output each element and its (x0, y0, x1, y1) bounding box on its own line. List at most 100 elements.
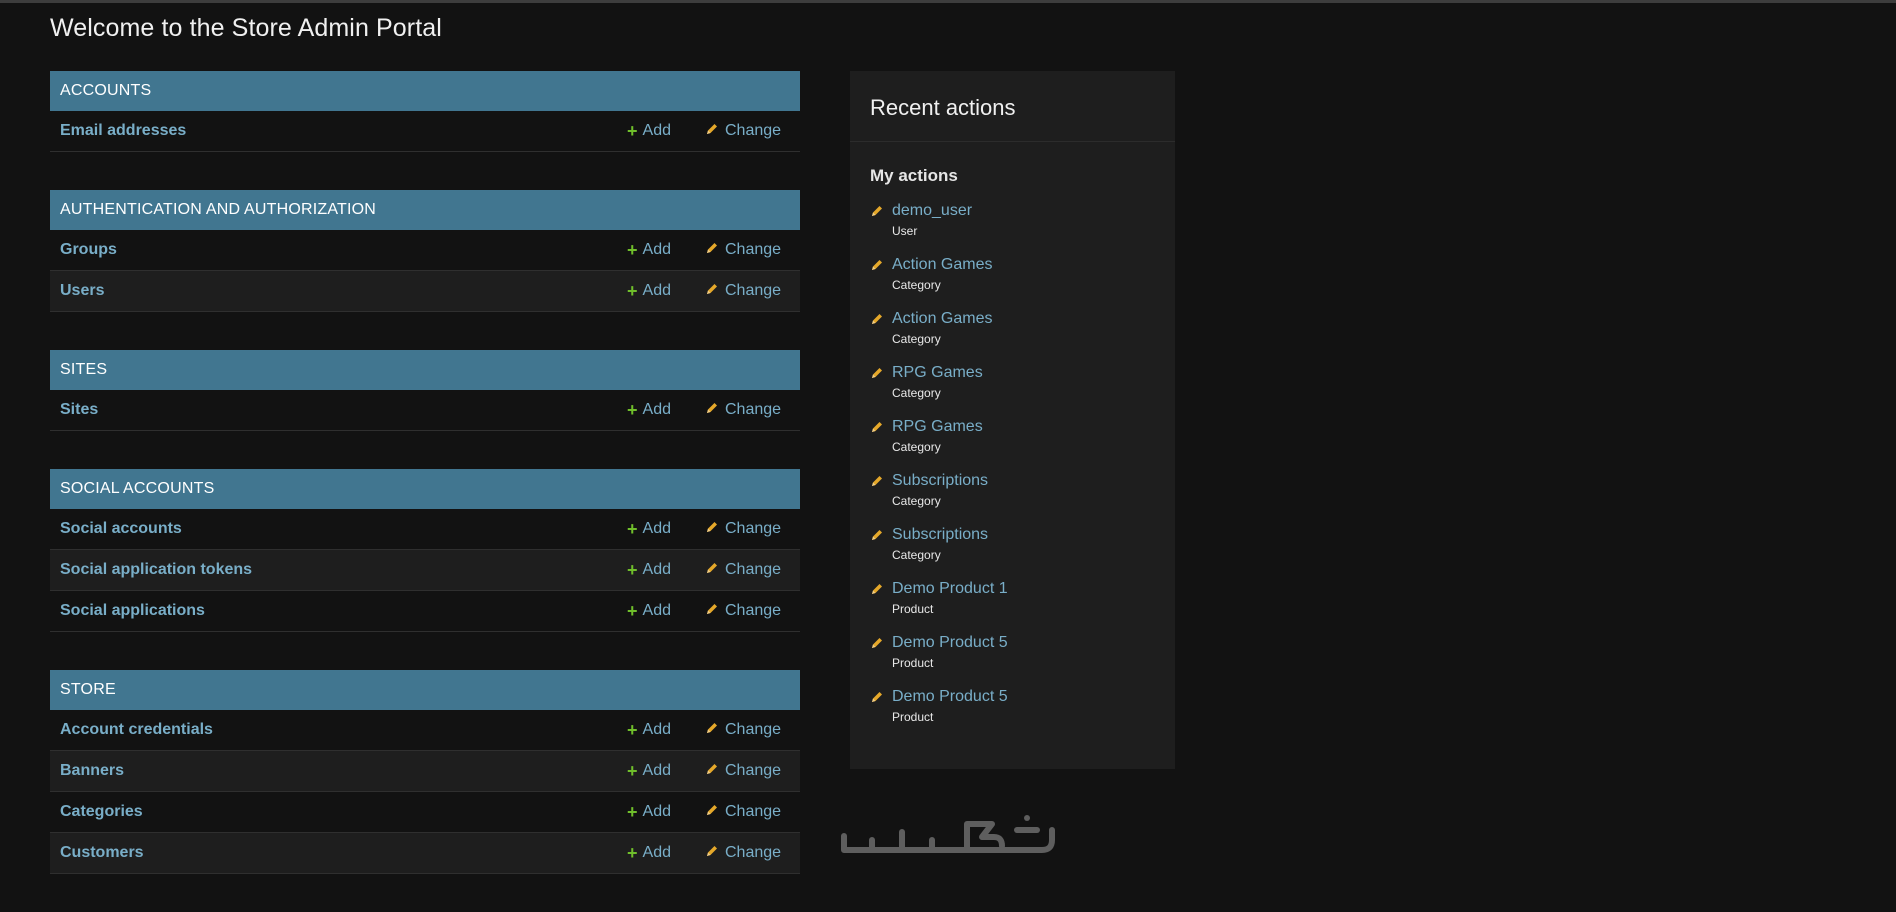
module-header[interactable]: SITES (50, 350, 800, 390)
recent-action-type: Category (892, 278, 941, 292)
module-header[interactable]: AUTHENTICATION AND AUTHORIZATION (50, 190, 800, 230)
add-link[interactable]: + Add (627, 509, 671, 549)
pencil-icon (707, 805, 717, 815)
plus-icon: + (627, 560, 638, 580)
pencil-icon (707, 764, 717, 774)
add-link[interactable]: + Add (627, 390, 671, 430)
change-link[interactable]: Change (705, 550, 781, 590)
add-label: Add (642, 241, 671, 258)
model-link[interactable]: Social application tokens (60, 550, 252, 590)
pencil-icon (707, 846, 717, 856)
change-link[interactable]: Change (705, 751, 781, 791)
recent-action-link[interactable]: Subscriptions (892, 524, 1175, 544)
recent-action-item: RPG Games Category (870, 416, 1175, 470)
pencil-icon (707, 284, 717, 294)
change-link[interactable]: Change (705, 509, 781, 549)
model-row: Groups + Add Change (50, 230, 800, 271)
add-link[interactable]: + Add (627, 591, 671, 631)
change-link[interactable]: Change (705, 833, 781, 873)
recent-action-link[interactable]: RPG Games (892, 416, 1175, 436)
pencil-icon (707, 604, 717, 614)
pencil-icon (707, 243, 717, 253)
model-link[interactable]: Sites (60, 390, 98, 430)
add-link[interactable]: + Add (627, 751, 671, 791)
module-header[interactable]: SOCIAL ACCOUNTS (50, 469, 800, 509)
recent-actions-list: demo_user User Action Games Category Action … (850, 200, 1175, 740)
add-link[interactable]: + Add (627, 792, 671, 832)
model-row: Banners + Add Change (50, 751, 800, 792)
recent-action-type: Category (892, 548, 941, 562)
change-link[interactable]: Change (705, 792, 781, 832)
recent-action-type: Product (892, 710, 934, 724)
change-link[interactable]: Change (705, 390, 781, 430)
add-label: Add (642, 561, 671, 578)
model-link[interactable]: Categories (60, 792, 143, 832)
add-label: Add (642, 602, 671, 619)
model-link[interactable]: Users (60, 271, 104, 311)
plus-icon: + (627, 519, 638, 539)
model-row: Social accounts + Add Change (50, 509, 800, 550)
module-sites: SITES Sites + Add Change (50, 350, 800, 431)
recent-action-link[interactable]: Action Games (892, 308, 1175, 328)
recent-action-item: Demo Product 1 Product (870, 578, 1175, 632)
add-link[interactable]: + Add (627, 550, 671, 590)
add-link[interactable]: + Add (627, 833, 671, 873)
model-link[interactable]: Email addresses (60, 111, 186, 151)
module-social-accounts: SOCIAL ACCOUNTS Social accounts + Add Change… (50, 469, 800, 632)
model-row: Account credentials + Add Change (50, 710, 800, 751)
plus-icon: + (627, 281, 638, 301)
change-link[interactable]: Change (705, 230, 781, 270)
add-link[interactable]: + Add (627, 111, 671, 151)
pencil-icon (872, 530, 882, 540)
recent-action-item: Subscriptions Category (870, 470, 1175, 524)
recent-action-type: Category (892, 332, 941, 346)
change-link[interactable]: Change (705, 710, 781, 750)
change-label: Change (725, 762, 782, 779)
recent-action-link[interactable]: Demo Product 5 (892, 632, 1175, 652)
recent-action-item: RPG Games Category (870, 362, 1175, 416)
plus-icon: + (627, 601, 638, 621)
add-link[interactable]: + Add (627, 230, 671, 270)
recent-action-link[interactable]: Subscriptions (892, 470, 1175, 490)
pencil-icon (872, 260, 882, 270)
recent-actions-panel: Recent actions My actions demo_user User A… (850, 71, 1175, 769)
recent-action-link[interactable]: RPG Games (892, 362, 1175, 382)
recent-action-item: demo_user User (870, 200, 1175, 254)
pencil-icon (707, 563, 717, 573)
model-link[interactable]: Social applications (60, 591, 205, 631)
change-link[interactable]: Change (705, 111, 781, 151)
add-link[interactable]: + Add (627, 271, 671, 311)
recent-actions-title: Recent actions (850, 71, 1175, 142)
recent-action-link[interactable]: Action Games (892, 254, 1175, 274)
add-label: Add (642, 762, 671, 779)
add-label: Add (642, 401, 671, 418)
module-header[interactable]: ACCOUNTS (50, 71, 800, 111)
recent-action-type: Product (892, 656, 934, 670)
change-label: Change (725, 520, 782, 537)
model-link[interactable]: Customers (60, 833, 144, 873)
recent-action-link[interactable]: demo_user (892, 200, 1175, 220)
recent-action-item: Subscriptions Category (870, 524, 1175, 578)
add-link[interactable]: + Add (627, 710, 671, 750)
change-label: Change (725, 602, 782, 619)
add-label: Add (642, 282, 671, 299)
model-link[interactable]: Account credentials (60, 710, 213, 750)
change-link[interactable]: Change (705, 271, 781, 311)
model-link[interactable]: Banners (60, 751, 124, 791)
khamsat-logo (841, 815, 1055, 853)
change-label: Change (725, 721, 782, 738)
pencil-icon (707, 723, 717, 733)
pencil-icon (707, 124, 717, 134)
pencil-icon (872, 692, 882, 702)
model-link[interactable]: Social accounts (60, 509, 182, 549)
recent-action-type: Category (892, 440, 941, 454)
change-link[interactable]: Change (705, 591, 781, 631)
model-link[interactable]: Groups (60, 230, 117, 270)
plus-icon: + (627, 720, 638, 740)
recent-action-link[interactable]: Demo Product 1 (892, 578, 1175, 598)
recent-action-link[interactable]: Demo Product 5 (892, 686, 1175, 706)
recent-action-type: Category (892, 386, 941, 400)
pencil-icon (872, 476, 882, 486)
add-label: Add (642, 721, 671, 738)
module-header[interactable]: STORE (50, 670, 800, 710)
